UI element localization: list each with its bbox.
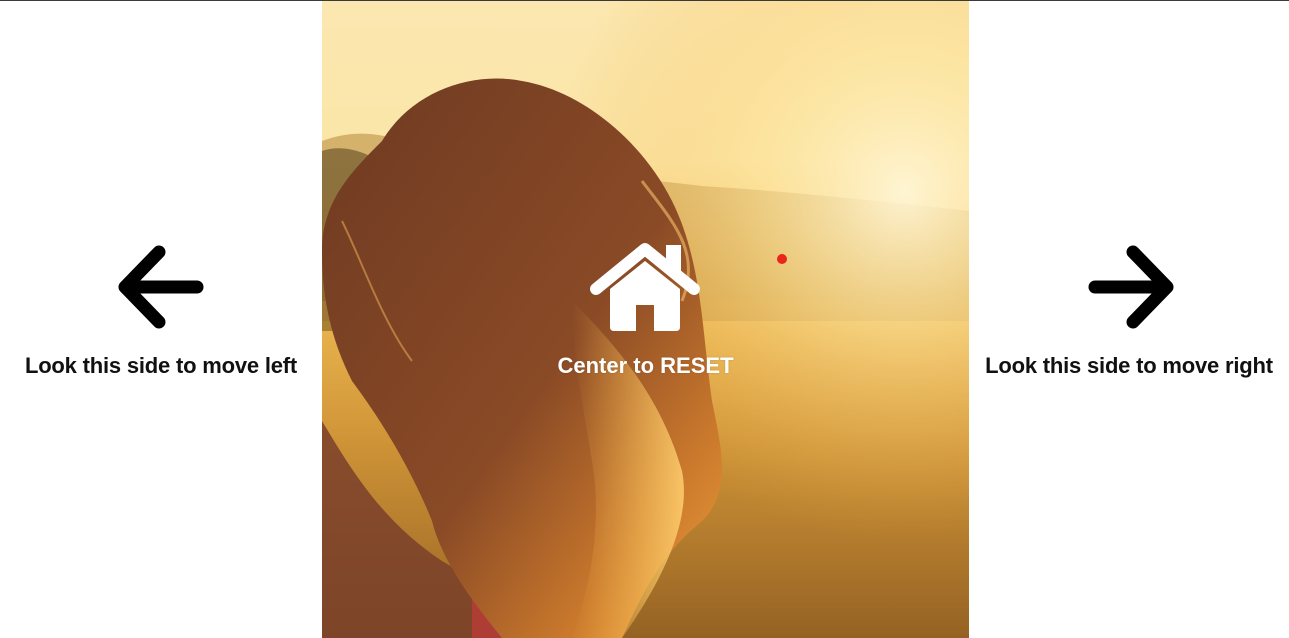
center-reset-zone[interactable]: Center to RESET	[322, 1, 969, 638]
gaze-navigation-page: Look this side to move left Center to RE…	[0, 0, 1289, 638]
left-move-zone[interactable]: Look this side to move left	[0, 1, 322, 638]
arrow-left-icon	[118, 245, 204, 329]
left-zone-label: Look this side to move left	[24, 353, 298, 378]
right-move-zone[interactable]: Look this side to move right	[969, 1, 1289, 638]
arrow-right-icon	[1088, 245, 1174, 329]
home-icon	[590, 243, 700, 331]
gaze-indicator-dot	[777, 254, 787, 264]
center-zone-label: Center to RESET	[557, 353, 734, 378]
right-zone-label: Look this side to move right	[985, 353, 1273, 378]
